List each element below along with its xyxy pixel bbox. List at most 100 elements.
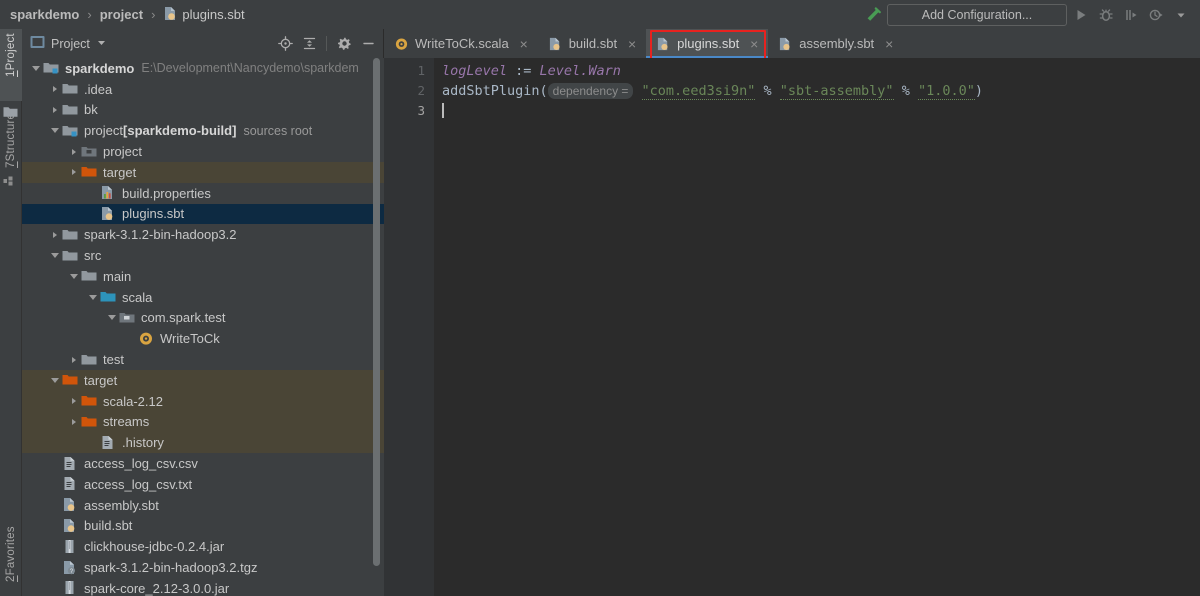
sbt-file-icon [548,37,563,51]
chevron-down-icon[interactable] [48,249,61,262]
sidebar-item-favorites[interactable]: 2Favorites [0,522,22,596]
chevron-right-icon[interactable] [67,166,80,179]
tree-row-label: spark-3.1.2-bin-hadoop3.2.tgz [84,560,258,576]
chevron-down-icon[interactable] [96,37,107,51]
tree-row-label: spark-core_2.12-3.0.0.jar [84,580,230,596]
add-configuration-button[interactable]: Add Configuration... [887,3,1067,26]
tree-row[interactable]: streams [22,411,384,433]
editor-tab[interactable]: build.sbt × [538,29,646,58]
chevron-down-icon[interactable] [48,124,61,137]
chevron-right-icon[interactable] [67,353,80,366]
tree-row[interactable]: project [sparkdemo-build] sources root [22,120,384,141]
chevron-right-icon[interactable] [48,83,61,96]
tree-row[interactable]: .idea [22,79,384,100]
tree-row-label: access_log_csv.txt [84,476,193,492]
close-icon[interactable]: × [748,37,760,51]
tree-row[interactable]: clickhouse-jdbc-0.2.4.jar [22,536,384,557]
chevron-down-icon[interactable] [67,270,80,283]
orange-folder-icon [62,372,79,388]
tree-row[interactable]: target [22,161,384,183]
tree-row[interactable]: com.spark.test [22,308,384,329]
hammer-icon[interactable] [862,4,884,26]
chevron-down-icon[interactable] [48,374,61,387]
tree-row[interactable]: build.sbt [22,516,384,537]
breadcrumb-item-file[interactable]: plugins.sbt [161,6,246,24]
editor-tab-label: assembly.sbt [799,36,875,51]
chevron-right-icon[interactable] [67,415,80,428]
settings-gear-icon[interactable] [333,33,355,55]
tree-row[interactable]: scala-2.12 [22,390,384,412]
project-panel-title-label: Project [51,36,90,51]
tree-row[interactable]: WriteToCk [22,328,384,349]
tree-row-label: WriteToCk [160,331,220,347]
breadcrumb: sparkdemo › project › plugins.sbt [0,0,247,29]
text-file-icon [62,456,79,472]
breadcrumb-item-project[interactable]: sparkdemo [8,7,81,22]
code-content[interactable]: logLevel := Level.Warn addSbtPlugin(depe… [434,58,1200,596]
chevron-right-icon[interactable] [67,395,80,408]
hide-panel-icon[interactable] [357,33,379,55]
chevron-down-icon[interactable] [105,311,118,324]
code-value: Level.Warn [539,63,621,79]
chevron-right-icon[interactable] [67,145,80,158]
profiler-icon[interactable] [1145,4,1167,26]
breadcrumb-item-folder[interactable]: project [98,7,145,22]
tree-row[interactable]: build.properties [22,183,384,204]
project-view-icon [30,35,45,52]
editor-tab[interactable]: plugins.sbt × [646,29,769,58]
sbt-file-icon [100,206,117,222]
project-tree-scrollbar[interactable] [373,58,380,566]
tree-row-label: test [103,352,124,368]
jar-file-icon [62,539,79,555]
tree-row[interactable]: sparkdemo E:\Development\Nancydemo\sparkd… [22,58,384,79]
tree-row[interactable]: .history [22,432,384,454]
text-caret [442,103,444,118]
editor-tab[interactable]: assembly.sbt × [768,29,903,58]
chevron-right-icon[interactable] [48,228,61,241]
folder-icon [81,268,98,284]
tree-row[interactable]: project [22,141,384,162]
editor-tab[interactable]: WriteToCk.scala × [384,29,538,58]
tree-row[interactable]: src [22,245,384,266]
tree-row-label: .idea [84,81,113,97]
jar-file-icon [62,580,79,596]
tree-row[interactable]: spark-core_2.12-3.0.0.jar [22,578,384,596]
module-folder-icon [43,60,60,76]
tree-row[interactable]: access_log_csv.txt [22,474,384,495]
tree-row[interactable]: assembly.sbt [22,495,384,516]
project-tool-window: Project sparkdemo E:\Development\Nancyde… [22,29,384,596]
tree-row[interactable]: ? spark-3.1.2-bin-hadoop3.2.tgz [22,557,384,578]
close-icon[interactable]: × [883,37,895,51]
tree-row[interactable]: scala [22,287,384,308]
locate-icon[interactable] [274,33,296,55]
tree-row[interactable]: main [22,266,384,287]
code-editor[interactable]: 1 2 3 logLevel := Level.Warn addSbtPlugin(… [384,58,1200,596]
sbt-file-icon [778,37,793,51]
tree-row[interactable]: test [22,349,384,370]
sidebar-item-project[interactable]: 1Project [0,29,22,101]
tree-row-label: scala-2.12 [103,393,163,409]
tree-row[interactable]: bk [22,100,384,121]
run-icon[interactable] [1070,4,1092,26]
tree-row[interactable]: target [22,369,384,391]
tree-row[interactable]: spark-3.1.2-bin-hadoop3.2 [22,224,384,245]
tree-row[interactable]: access_log_csv.csv [22,453,384,474]
folder-icon [81,352,98,368]
project-file-tree[interactable]: sparkdemo E:\Development\Nancydemo\sparkd… [22,58,384,596]
close-icon[interactable]: × [626,37,638,51]
chevron-down-icon[interactable] [1170,4,1192,26]
line-number-gutter: 1 2 3 [384,58,434,596]
tree-row-label: bk [84,102,98,118]
project-panel-title[interactable]: Project [30,35,107,52]
tree-row[interactable]: plugins.sbt [22,203,384,225]
collapse-all-icon[interactable] [298,33,320,55]
chevron-down-icon[interactable] [29,62,42,75]
debug-icon[interactable] [1095,4,1117,26]
intellij-window: sparkdemo › project › plugins.sbt Add Co… [0,0,1200,596]
editor-area: WriteToCk.scala × build.sbt × plugins.sbt × as… [384,29,1200,596]
close-icon[interactable]: × [518,37,530,51]
run-with-coverage-icon[interactable] [1120,4,1142,26]
chevron-right-icon[interactable] [48,103,61,116]
chevron-down-icon[interactable] [86,291,99,304]
